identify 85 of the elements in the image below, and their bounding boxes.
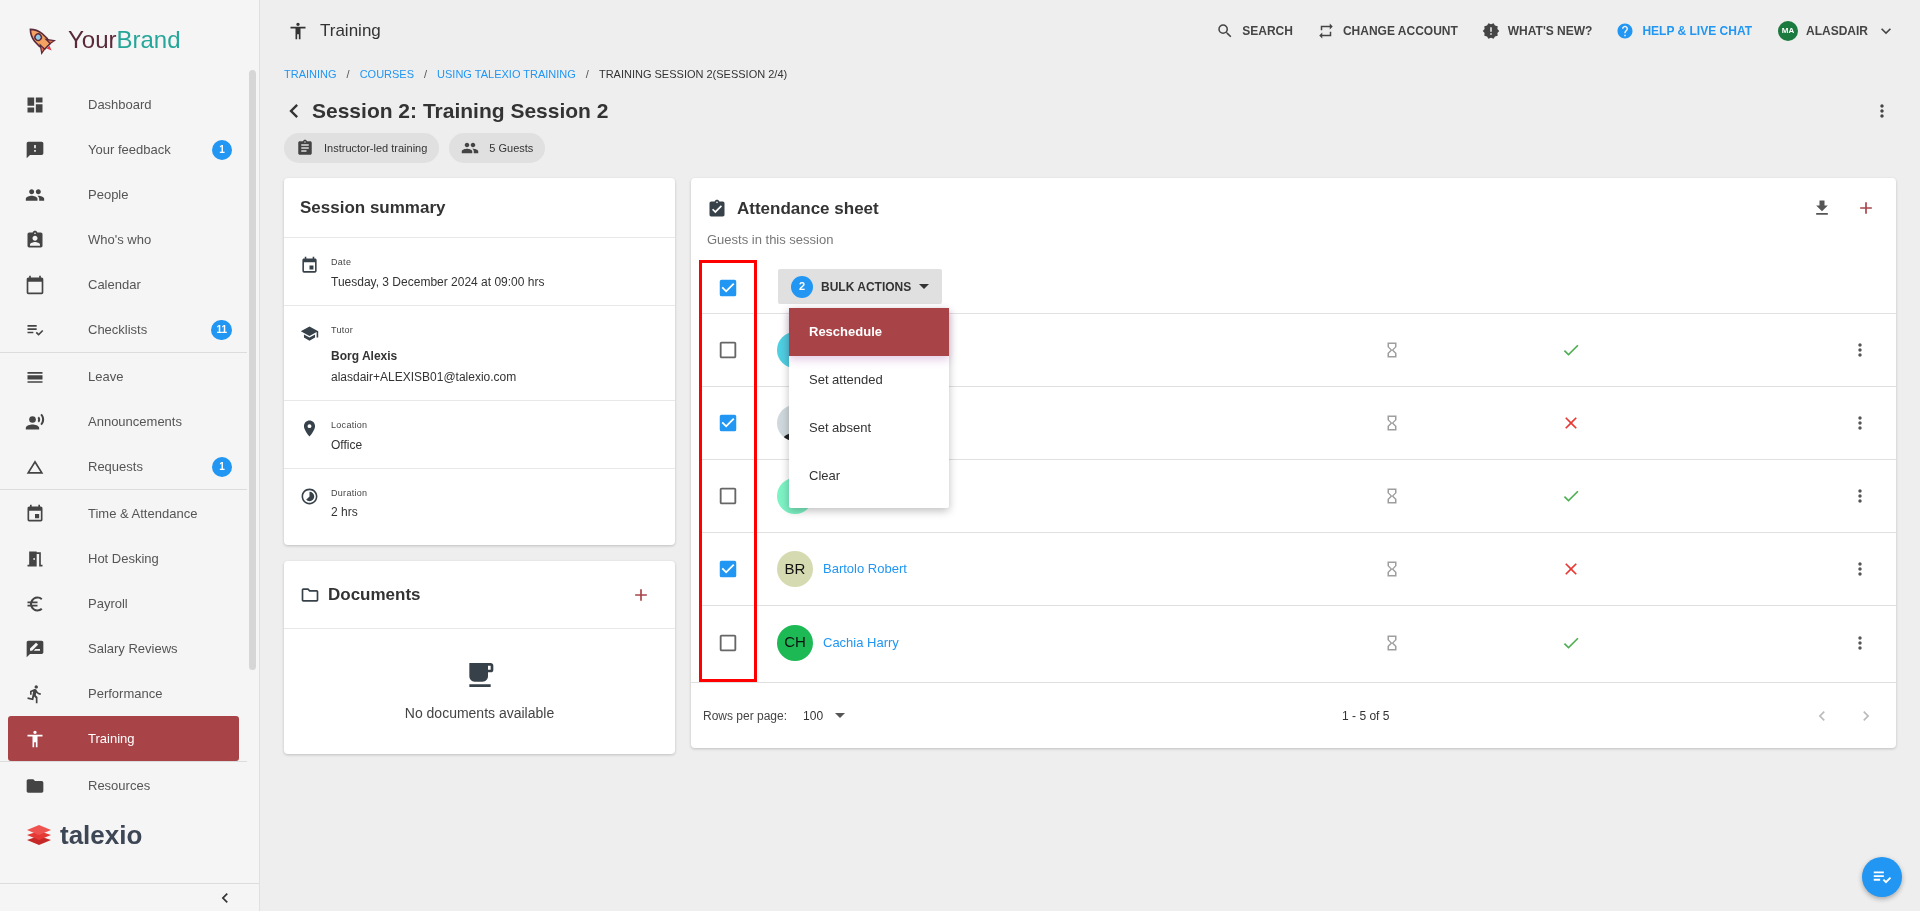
field-value: alasdair+ALEXISB01@talexio.com [331,369,517,386]
count-badge: 1 [212,139,232,160]
field-label: Duration [331,486,368,500]
nav-item[interactable]: People [8,172,239,217]
nav-item[interactable]: Performance [8,671,239,716]
avatar: BR [777,551,813,587]
speaking-person-icon [25,411,45,432]
rows-per-page-label: Rows per page: [703,707,788,725]
nav-item[interactable]: Hot Desking [8,536,239,581]
field-label: Tutor [331,323,355,337]
nav-item[interactable]: Payroll [8,581,239,626]
field-value: 2 hrs [331,504,359,521]
footer-logo-text: talexio [60,822,143,848]
nav-item[interactable]: Who's who [8,217,239,262]
count-badge: 11 [211,319,232,340]
calendar-icon [25,274,45,295]
user-avatar[interactable]: MA [1778,21,1798,41]
info-chip: 5 Guests [449,133,546,163]
checkbox[interactable] [717,412,739,434]
card-title: Session summary [300,196,446,219]
card-title: Attendance sheet [737,198,879,220]
timer-icon [300,486,319,506]
field-value: Tuesday, 3 December 2024 at 09:00 hrs [331,273,545,291]
page-range: 1 - 5 of 5 [1342,707,1390,725]
nav-item[interactable]: Calendar [8,262,239,307]
nav-item[interactable]: Requests 1 [8,444,239,489]
nav-item[interactable]: Training [8,716,239,761]
count-badge: 2 [791,275,813,298]
avatar: CH [777,624,813,661]
clipboard-icon [296,139,314,157]
checkbox[interactable] [717,277,739,299]
menu-item[interactable]: Reschedule [789,308,949,356]
nav-item[interactable]: Salary Reviews [8,626,239,671]
person-icon [25,728,45,749]
card-subtitle: Guests in this session [707,230,835,249]
review-icon [25,638,45,659]
nav-item[interactable]: Resources [8,763,239,808]
caret-icon [919,284,930,289]
breadcrumb-current: TRAINING SESSION 2(SESSION 2/4) [598,66,788,82]
count-badge: 1 [212,456,232,477]
user-name[interactable]: ALASDAIR [1806,22,1868,40]
brand-logo-text: YourBrand [68,28,181,52]
nav-item[interactable]: Your feedback 1 [8,127,239,172]
calendar-icon [25,503,45,524]
help-icon [1616,22,1635,40]
menu-item[interactable]: Clear [789,452,949,500]
tutor-name: Borg Alexis [331,348,399,365]
nav-item[interactable]: Dashboard [8,82,239,127]
nav-item[interactable]: Checklists 11 [8,307,239,352]
card-title: Documents [328,583,421,606]
caret-icon [835,713,846,718]
alert-badge-icon [1481,22,1500,40]
checkbox[interactable] [717,485,739,507]
page-title: Session 2: Training Session 2 [312,98,609,125]
nav-item[interactable]: Time & Attendance [8,491,239,536]
graduation-cap-icon [300,323,319,343]
toolbar-button[interactable]: CHANGE ACCOUNT [1316,22,1458,40]
nav-item[interactable]: Announcements [8,399,239,444]
checklist-fab[interactable] [1862,857,1902,897]
page-section-title: Training [320,20,381,43]
calendar-icon [300,256,319,275]
breadcrumb-separator: / [346,66,350,82]
rows-per-page-select[interactable]: 100 [803,706,846,725]
field-value: Office [331,436,364,454]
checkbox[interactable] [717,339,739,361]
menu-item[interactable]: Set absent [789,404,949,452]
clipboard-check-icon [707,198,727,219]
field-label: Location [331,419,368,432]
field-label: Date [331,256,353,269]
stacked-layers-logo-icon [26,824,52,846]
info-chip: Instructor-led training [284,133,440,163]
scrollbar[interactable] [249,70,256,670]
person-icon [288,21,308,41]
feedback-icon [25,139,45,160]
nav-item[interactable]: Leave [8,354,239,399]
toolbar-button[interactable]: WHAT'S NEW? [1481,22,1593,40]
menu-item[interactable]: Set attended [789,356,949,404]
contact-card-icon [25,229,45,250]
breadcrumb-separator: / [424,66,428,82]
empty-message: No documents available [404,704,555,723]
breadcrumb-separator: / [585,66,589,82]
swap-icon [1316,22,1335,40]
bulk-actions-button[interactable]: 2 BULK ACTIONS [778,269,943,304]
checkbox[interactable] [717,558,739,580]
toolbar-button[interactable]: SEARCH [1216,22,1293,40]
